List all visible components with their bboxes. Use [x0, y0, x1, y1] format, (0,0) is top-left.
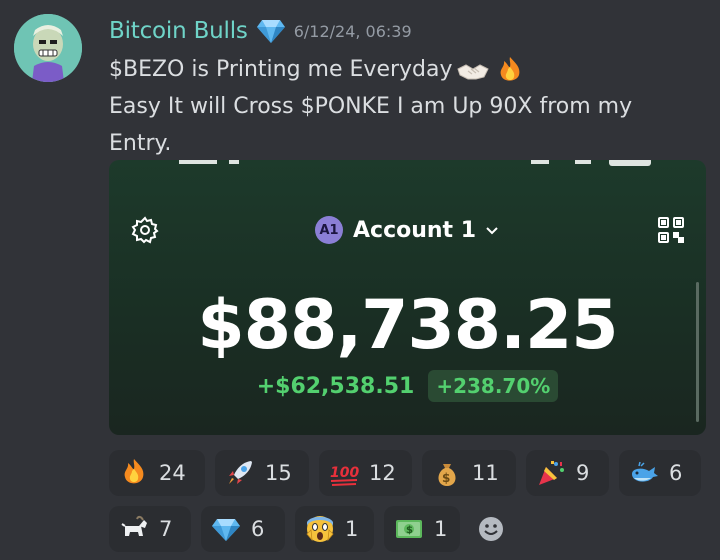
message-line-2: Easy It will Cross $PONKE I am Up 90X fr… — [109, 94, 633, 119]
smiley-icon — [479, 517, 503, 541]
account-selector[interactable]: A1 Account 1 — [315, 214, 500, 246]
reaction-scream[interactable]: 1 — [295, 506, 374, 552]
reaction-count: 7 — [159, 517, 173, 541]
gear-icon[interactable] — [131, 216, 159, 244]
scream-icon — [305, 514, 335, 544]
wallet-screenshot-embed[interactable]: A1 Account 1 $88,738.25 +$62,538.51 +238… — [109, 160, 706, 435]
account-avatar: A1 — [315, 216, 343, 244]
scrollbar[interactable] — [696, 282, 699, 422]
fire-icon — [119, 458, 149, 488]
reaction-goat[interactable]: 7 — [109, 506, 191, 552]
party-popper-icon — [536, 458, 566, 488]
qr-code-icon[interactable] — [657, 216, 685, 244]
timestamp: 6/12/24, 06:39 — [293, 21, 412, 41]
goat-icon — [119, 514, 149, 544]
reaction-count: 24 — [159, 461, 186, 485]
reaction-party-popper[interactable]: 9 — [526, 450, 609, 496]
svg-text:100: 100 — [330, 465, 359, 481]
reaction-count: 1 — [434, 517, 448, 541]
dollar-bill-icon: $ — [394, 514, 424, 544]
money-bag-icon: $ — [432, 458, 462, 488]
message-line-3: Entry. — [109, 131, 172, 156]
add-reaction-button[interactable] — [467, 506, 515, 552]
change-amount: +$62,538.51 — [256, 373, 415, 399]
reaction-count: 9 — [576, 461, 590, 485]
wallet-balance: $88,738.25 — [197, 286, 618, 365]
reaction-count: 6 — [251, 517, 265, 541]
reaction-money-bag[interactable]: $ 11 — [422, 450, 516, 496]
reaction-count: 12 — [369, 461, 396, 485]
reaction-rocket[interactable]: 15 — [215, 450, 309, 496]
chevron-down-icon — [484, 222, 500, 238]
handshake-icon — [456, 55, 490, 85]
reaction-hundred[interactable]: 100 12 — [319, 450, 412, 496]
reaction-count: 11 — [472, 461, 499, 485]
message-header: Bitcoin Bulls 6/12/24, 06:39 — [109, 14, 412, 48]
fire-icon — [493, 55, 527, 85]
balance-change: +$62,538.51 +238.70% — [109, 370, 706, 402]
hundred-icon: 100 — [329, 458, 359, 488]
reaction-count: 6 — [669, 461, 683, 485]
message-line-1: $BEZO is Printing me Everyday — [109, 57, 453, 82]
reaction-dollar-bill[interactable]: $ 1 — [384, 506, 460, 552]
reaction-fire[interactable]: 24 — [109, 450, 205, 496]
message-content: $BEZO is Printing me Everyday Easy It wi… — [109, 51, 699, 162]
reaction-count: 15 — [265, 461, 292, 485]
avatar[interactable] — [14, 14, 82, 82]
svg-text:$: $ — [442, 471, 450, 485]
change-percent-badge: +238.70% — [428, 370, 559, 402]
diamond-icon — [256, 18, 286, 44]
reaction-count: 1 — [345, 517, 359, 541]
phone-status-bar — [109, 160, 706, 170]
reaction-whale[interactable]: 6 — [619, 450, 701, 496]
username[interactable]: Bitcoin Bulls — [109, 18, 248, 44]
svg-text:$: $ — [406, 525, 413, 536]
reaction-diamond[interactable]: 6 — [201, 506, 285, 552]
account-name: Account 1 — [353, 217, 477, 243]
whale-icon — [629, 458, 659, 488]
diamond-icon — [211, 514, 241, 544]
rocket-icon — [225, 458, 255, 488]
